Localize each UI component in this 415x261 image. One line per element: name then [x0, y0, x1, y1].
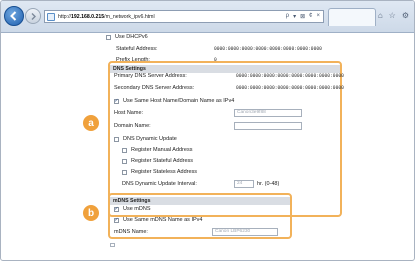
register-stateless-row: Register Stateless Address — [122, 169, 197, 175]
register-stateful-checkbox[interactable] — [122, 158, 127, 164]
dns-settings-title: DNS Settings — [110, 65, 340, 73]
secondary-dns-value: 0000:0000:0000:0000:0000:0000:0000:0000 — [236, 86, 344, 91]
browser-tab[interactable] — [328, 8, 376, 26]
primary-dns-label: Primary DNS Server Address: — [114, 73, 187, 79]
forward-button[interactable] — [25, 8, 41, 24]
dns-dynamic-update-checkbox[interactable] — [114, 136, 119, 142]
register-manual-checkbox[interactable] — [122, 147, 127, 153]
host-name-label: Host Name: — [114, 110, 144, 116]
update-interval-label: DNS Dynamic Update Interval: — [122, 181, 197, 187]
dns-dynamic-update-row: DNS Dynamic Update — [114, 136, 177, 142]
use-same-mdns-checkbox[interactable]: ✓ — [114, 217, 119, 223]
register-stateful-label: Register Stateful Address — [131, 158, 194, 164]
stop-icon[interactable]: × — [316, 13, 320, 20]
update-interval-input[interactable]: 24 — [234, 180, 254, 188]
register-stateless-label: Register Stateless Address — [131, 169, 198, 175]
domain-name-input[interactable] — [234, 122, 302, 130]
use-mdns-label: Use mDNS — [123, 206, 151, 212]
host-name-input[interactable]: Canon3e9f88 — [234, 109, 302, 117]
secondary-dns-label: Secondary DNS Server Address: — [114, 85, 195, 91]
update-interval-hint: hr. (0-48) — [257, 181, 280, 187]
primary-dns-value: 0000:0000:0000:0000:0000:0000:0000:0000 — [236, 74, 344, 79]
back-button[interactable] — [4, 6, 24, 26]
dropdown-icon[interactable]: ▾ — [293, 13, 296, 20]
url-text: http://192.168.0.215/m_network_ipv6.html — [58, 13, 155, 20]
callout-a-marker: a — [83, 115, 99, 131]
browser-window: http://192.168.0.215/m_network_ipv6.html… — [0, 0, 415, 261]
register-stateful-row: Register Stateful Address — [122, 158, 193, 164]
use-dhcpv6-row: Use DHCPv6 — [106, 34, 148, 40]
domain-name-label: Domain Name: — [114, 123, 151, 129]
register-manual-row: Register Manual Address — [122, 147, 192, 153]
use-same-mdns-row: ✓ Use Same mDNS Name as IPv4 — [114, 217, 202, 223]
page-footer-icon — [110, 243, 115, 247]
settings-gear-icon[interactable]: ⚙ — [402, 11, 409, 20]
use-same-mdns-label: Use Same mDNS Name as IPv4 — [123, 217, 203, 223]
use-same-hostname-row: ✓ Use Same Host Name/Domain Name as IPv4 — [114, 98, 234, 104]
browser-toolbar: http://192.168.0.215/m_network_ipv6.html… — [1, 1, 414, 33]
use-mdns-row: ✓ Use mDNS — [114, 206, 151, 212]
stateful-address-label: Stateful Address: — [116, 46, 158, 52]
home-icon[interactable]: ⌂ — [378, 11, 383, 20]
callout-b-marker: b — [83, 205, 99, 221]
use-dhcpv6-checkbox[interactable] — [106, 34, 111, 40]
dns-dynamic-update-label: DNS Dynamic Update — [123, 136, 177, 142]
page-content: Use DHCPv6 Stateful Address: 0000:0000:0… — [92, 33, 344, 260]
search-icon[interactable]: ρ — [286, 13, 289, 20]
compat-view-icon[interactable]: ⊠ — [300, 13, 305, 20]
stateful-address-value: 0000:0000:0000:0000:0000:0000:0000:0000 — [214, 47, 322, 52]
register-stateless-checkbox[interactable] — [122, 169, 127, 175]
page-icon — [47, 12, 55, 21]
mdns-settings-title: mDNS Settings — [110, 197, 290, 205]
use-mdns-checkbox[interactable]: ✓ — [114, 206, 119, 212]
mdns-name-input[interactable]: Canon LBP6230 — [212, 228, 278, 236]
favorites-icon[interactable]: ☆ — [389, 11, 396, 20]
use-same-hostname-checkbox[interactable]: ✓ — [114, 98, 119, 104]
mdns-name-label: mDNS Name: — [114, 229, 148, 235]
use-same-hostname-label: Use Same Host Name/Domain Name as IPv4 — [123, 98, 235, 104]
address-bar-tools: ρ ▾ ⊠ ¢ × — [286, 13, 320, 20]
address-bar[interactable]: http://192.168.0.215/m_network_ipv6.html… — [44, 10, 324, 23]
browser-icons: ⌂ ☆ ⚙ — [378, 11, 409, 20]
use-dhcpv6-label: Use DHCPv6 — [115, 34, 148, 40]
refresh-icon[interactable]: ¢ — [309, 13, 312, 20]
forward-arrow-icon — [31, 12, 36, 20]
back-arrow-icon — [10, 11, 17, 21]
register-manual-label: Register Manual Address — [131, 147, 193, 153]
